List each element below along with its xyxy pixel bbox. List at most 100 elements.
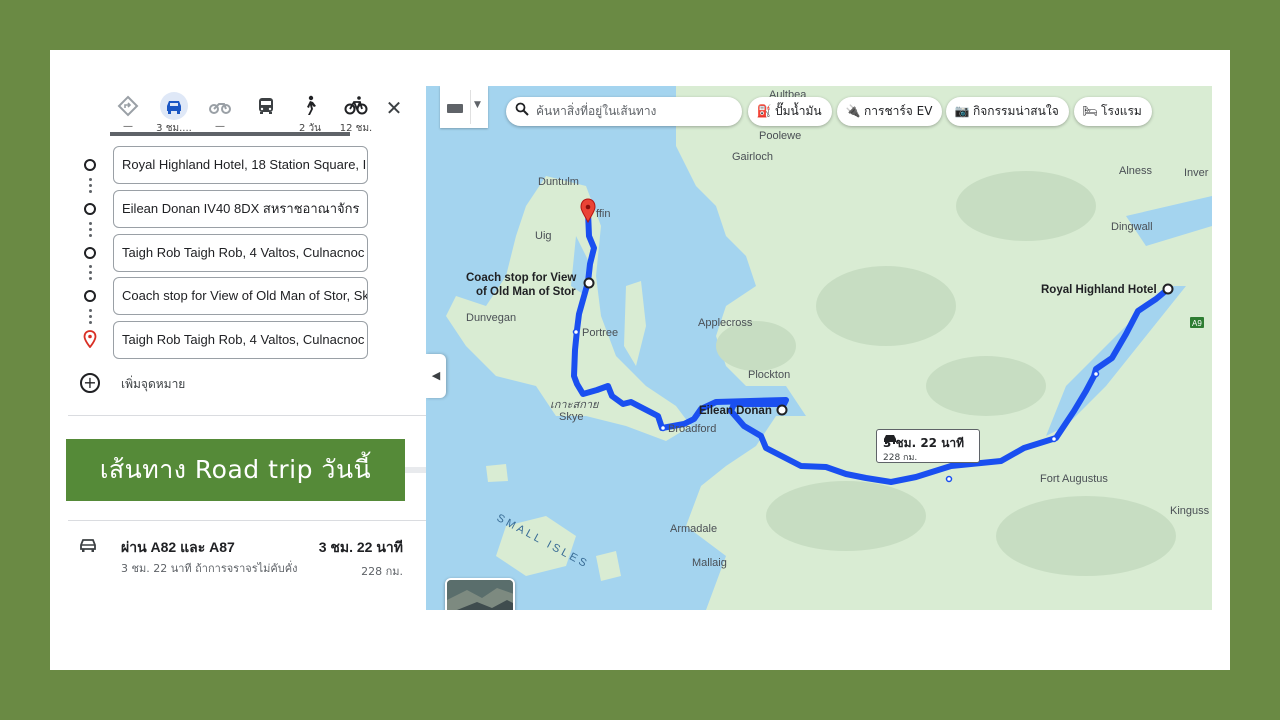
satellite-thumbnail-icon <box>447 580 513 610</box>
stop-row-5: Taigh Rob Taigh Rob, 4 Valtos, Culnacnoc <box>68 321 426 359</box>
close-directions-button[interactable]: ✕ <box>382 96 406 120</box>
mode-best-label: — <box>123 121 133 132</box>
stop-input-4[interactable]: Coach stop for View of Old Man of Stor, … <box>113 277 368 315</box>
mode-best[interactable]: — <box>108 92 148 136</box>
ev-charger-icon: 🔌 <box>845 104 861 118</box>
stop-input-5[interactable]: Taigh Rob Taigh Rob, 4 Valtos, Culnacnoc <box>113 321 368 359</box>
place-label: Applecross <box>698 317 753 329</box>
route-duration: 3 ชม. 22 นาที <box>318 539 403 555</box>
place-label: Dingwall <box>1111 221 1153 233</box>
search-icon <box>515 102 529 116</box>
map-canvas: Aultbea Poolewe Gairloch Alness Inver Di… <box>446 86 1212 610</box>
place-label: Portree <box>582 327 618 339</box>
slide-title-banner: เส้นทาง Road trip วันนี้ <box>66 439 405 501</box>
place-label: Alness <box>1119 165 1153 177</box>
walking-icon <box>296 92 324 120</box>
route-node <box>572 328 580 336</box>
directions-panel: — 3 ชม.... — 2 วัน 12 ชม. ✕ Royal Highla… <box>68 86 426 610</box>
car-icon <box>78 536 98 559</box>
waypoint-circle-icon <box>84 203 96 215</box>
place-label-coach-stop: Coach stop for View <box>466 272 576 284</box>
bed-icon: 🛏 <box>1082 104 1098 118</box>
route-node <box>945 475 953 483</box>
divider <box>68 415 426 416</box>
keyboard-icon <box>447 104 463 113</box>
divider <box>68 520 426 521</box>
fuel-icon: ⛽ <box>756 104 772 118</box>
motorcycle-icon <box>206 92 234 120</box>
stop-row-3: Taigh Rob Taigh Rob, 4 Valtos, Culnacnoc <box>68 234 426 272</box>
travel-mode-bar: — 3 ชม.... — 2 วัน 12 ชม. ✕ <box>68 86 426 138</box>
mode-selected-indicator <box>110 132 350 136</box>
place-label: Skye <box>559 411 583 423</box>
route-node <box>659 424 667 432</box>
waypoint-circle-icon <box>84 159 96 171</box>
satellite-layer-toggle[interactable] <box>445 578 515 610</box>
mode-motorcycle-label: — <box>215 121 225 132</box>
route-tooltip-distance: 228 กม. <box>883 453 918 463</box>
chip-label: โรงแรม <box>1101 104 1142 118</box>
destination-pin-icon <box>83 330 97 348</box>
place-label-coach-stop: of Old Man of Stor <box>476 286 576 298</box>
place-label: Dunvegan <box>466 312 516 324</box>
route-distance: 228 กม. <box>361 565 403 578</box>
waypoint-circle-icon <box>84 290 96 302</box>
search-placeholder: ค้นหาสิ่งที่อยู่ในเส้นทาง <box>536 104 657 118</box>
keyboard-input-button[interactable]: ▼ <box>440 86 488 128</box>
place-label-royal-highland-hotel: Royal Highland Hotel <box>1041 284 1157 296</box>
stop-input-3[interactable]: Taigh Rob Taigh Rob, 4 Valtos, Culnacnoc <box>113 234 368 272</box>
waypoint-marker[interactable] <box>1162 283 1174 295</box>
search-along-route-input[interactable]: ค้นหาสิ่งที่อยู่ในเส้นทาง <box>506 97 742 126</box>
waypoint-marker[interactable] <box>583 277 595 289</box>
car-icon <box>160 92 188 120</box>
mode-walking[interactable]: 2 วัน <box>290 92 330 136</box>
place-label: Broadford <box>668 423 716 435</box>
route-node <box>1050 435 1058 443</box>
chip-things-to-do[interactable]: 📷 กิจกรรมน่าสนใจ <box>946 97 1069 126</box>
stop-row-1: Royal Highland Hotel, 18 Station Square,… <box>68 146 426 184</box>
place-label-eilean-donan: Eilean Donan <box>699 405 772 417</box>
waypoint-circle-icon <box>84 247 96 259</box>
place-label: Duntulm <box>538 176 579 188</box>
add-destination-label: เพิ่มจุดหมาย <box>121 377 186 391</box>
mode-motorcycle[interactable]: — <box>200 92 240 136</box>
route-option-card[interactable]: ผ่าน A82 และ A87 3 ชม. 22 นาที 3 ชม. 22 … <box>68 524 426 610</box>
bicycle-icon <box>342 92 370 120</box>
chip-label: การชาร์จ EV <box>864 104 933 118</box>
place-label: Fort Augustus <box>1040 473 1108 485</box>
place-label: Inver <box>1184 167 1209 179</box>
place-label: เกาะสกาย <box>550 399 600 411</box>
place-label: Gairloch <box>732 151 773 163</box>
chip-label: กิจกรรมน่าสนใจ <box>973 104 1059 118</box>
chevron-left-icon: ◀ <box>431 369 441 382</box>
mode-driving[interactable]: 3 ชม.... <box>154 92 194 136</box>
mode-cycling[interactable]: 12 ชม. <box>336 92 376 136</box>
chip-hotels[interactable]: 🛏 โรงแรม <box>1074 97 1152 126</box>
route-traffic-note: 3 ชม. 22 นาที ถ้าการจราจรไม่คับคั่ง <box>121 562 298 575</box>
place-label: Uig <box>535 230 552 242</box>
chip-label: ปั๊มน้ำมัน <box>775 104 822 118</box>
route-node <box>1092 370 1100 378</box>
place-label: Mallaig <box>692 557 727 569</box>
route-via: ผ่าน A82 และ A87 <box>121 539 235 555</box>
map-view[interactable]: Aultbea Poolewe Gairloch Alness Inver Di… <box>426 86 1212 610</box>
directions-diamond-icon <box>114 92 142 120</box>
stop-input-2[interactable]: Eilean Donan IV40 8DX สหราชอาณาจักร <box>113 190 368 228</box>
add-destination-button[interactable]: + เพิ่มจุดหมาย <box>78 371 278 395</box>
place-label: Poolewe <box>759 130 801 142</box>
waypoint-marker[interactable] <box>776 404 788 416</box>
plus-icon: + <box>80 373 100 393</box>
route-info-tooltip[interactable]: 3 ชม. 22 นาที 228 กม. <box>876 429 980 463</box>
chevron-down-icon: ▼ <box>474 100 481 110</box>
car-icon <box>884 435 896 444</box>
chip-gas-stations[interactable]: ⛽ ปั๊มน้ำมัน <box>748 97 832 126</box>
mode-transit[interactable] <box>246 92 286 136</box>
chip-ev-charging[interactable]: 🔌 การชาร์จ EV <box>837 97 943 126</box>
road-label: A9 <box>1192 319 1202 328</box>
place-label: Armadale <box>670 523 717 535</box>
camera-icon: 📷 <box>954 104 970 118</box>
bus-icon <box>252 92 280 120</box>
stop-row-2: Eilean Donan IV40 8DX สหราชอาณาจักร <box>68 190 426 228</box>
stop-input-1[interactable]: Royal Highland Hotel, 18 Station Square,… <box>113 146 368 184</box>
collapse-panel-button[interactable]: ◀ <box>426 354 446 398</box>
